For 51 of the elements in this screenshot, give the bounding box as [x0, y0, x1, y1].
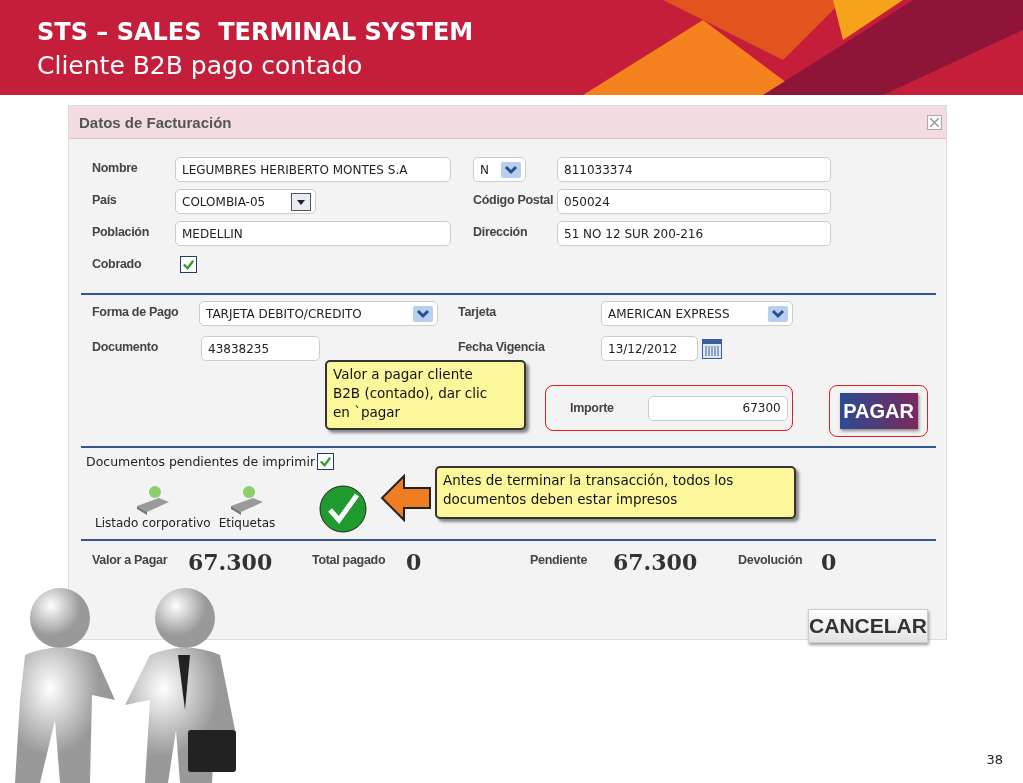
- cancel-button[interactable]: CANCELAR: [808, 609, 928, 643]
- field-label: Forma de Pago: [92, 304, 180, 319]
- arrow-icon: [380, 474, 432, 522]
- input-field[interactable]: 050024: [557, 189, 831, 214]
- select-field[interactable]: COLOMBIA-05: [175, 189, 316, 214]
- calendar-icon[interactable]: [702, 338, 722, 359]
- select-field[interactable]: N: [473, 157, 526, 182]
- page-number: 38: [986, 752, 1003, 767]
- input-field[interactable]: LEGUMBRES HERIBERTO MONTES S.A: [175, 157, 451, 182]
- chevron-down-icon: [768, 305, 788, 322]
- slide-subtitle: Cliente B2B pago contado: [37, 50, 363, 82]
- pay-button[interactable]: PAGAR: [839, 393, 918, 429]
- callout-note: Antes de terminar la transacción, todos los documentos deben estar impresos: [435, 466, 796, 519]
- total-value: 0: [821, 549, 837, 575]
- total-value: 67.300: [613, 549, 698, 575]
- slide-title: STS – SALES TERMINAL SYSTEM: [37, 17, 474, 48]
- total-label: Total pagado: [312, 552, 387, 567]
- field-label: Importe: [570, 401, 614, 415]
- callout-note: Valor a pagar cliente B2B (contado), dar clic en `pagar: [325, 360, 526, 430]
- field-label: Documento: [92, 339, 160, 354]
- field-label: Tarjeta: [458, 304, 498, 319]
- field-label: Nombre: [92, 160, 139, 175]
- total-value: 67.300: [188, 549, 273, 575]
- select-field[interactable]: AMERICAN EXPRESS: [601, 301, 793, 326]
- input-field[interactable]: 811033374: [557, 157, 831, 182]
- input-field[interactable]: 51 NO 12 SUR 200-216: [557, 221, 831, 246]
- select-field[interactable]: TARJETA DEBITO/CREDITO: [199, 301, 438, 326]
- total-label: Valor a Pagar: [92, 552, 169, 567]
- field-label: Fecha Vigencia: [458, 339, 546, 354]
- field-label: Dirección: [473, 224, 529, 239]
- date-field[interactable]: 13/12/2012: [601, 336, 698, 361]
- checkbox[interactable]: [317, 453, 335, 470]
- field-label: Cobrado: [92, 256, 143, 271]
- input-field[interactable]: 43838235: [201, 336, 320, 361]
- input-field[interactable]: MEDELLIN: [175, 221, 451, 246]
- chevron-down-icon: [501, 161, 521, 178]
- total-label: Pendiente: [530, 552, 589, 567]
- chevron-down-icon: [413, 305, 433, 322]
- close-icon[interactable]: [927, 114, 942, 130]
- amount-field[interactable]: 67300: [647, 395, 788, 421]
- document-label[interactable]: Etiquetas: [218, 516, 276, 530]
- total-value: 0: [406, 549, 422, 575]
- dialog-title: Datos de Facturación: [79, 113, 232, 131]
- field-label: Población: [92, 224, 151, 239]
- check-circle-icon: [319, 485, 368, 533]
- checkbox[interactable]: [180, 256, 197, 273]
- total-label: Devolución: [738, 552, 804, 567]
- field-label: País: [92, 192, 118, 207]
- field-label: Código Postal: [473, 192, 555, 207]
- document-label[interactable]: Listado corporativo: [95, 516, 211, 530]
- print-label: Documentos pendientes de imprimir: [86, 454, 316, 469]
